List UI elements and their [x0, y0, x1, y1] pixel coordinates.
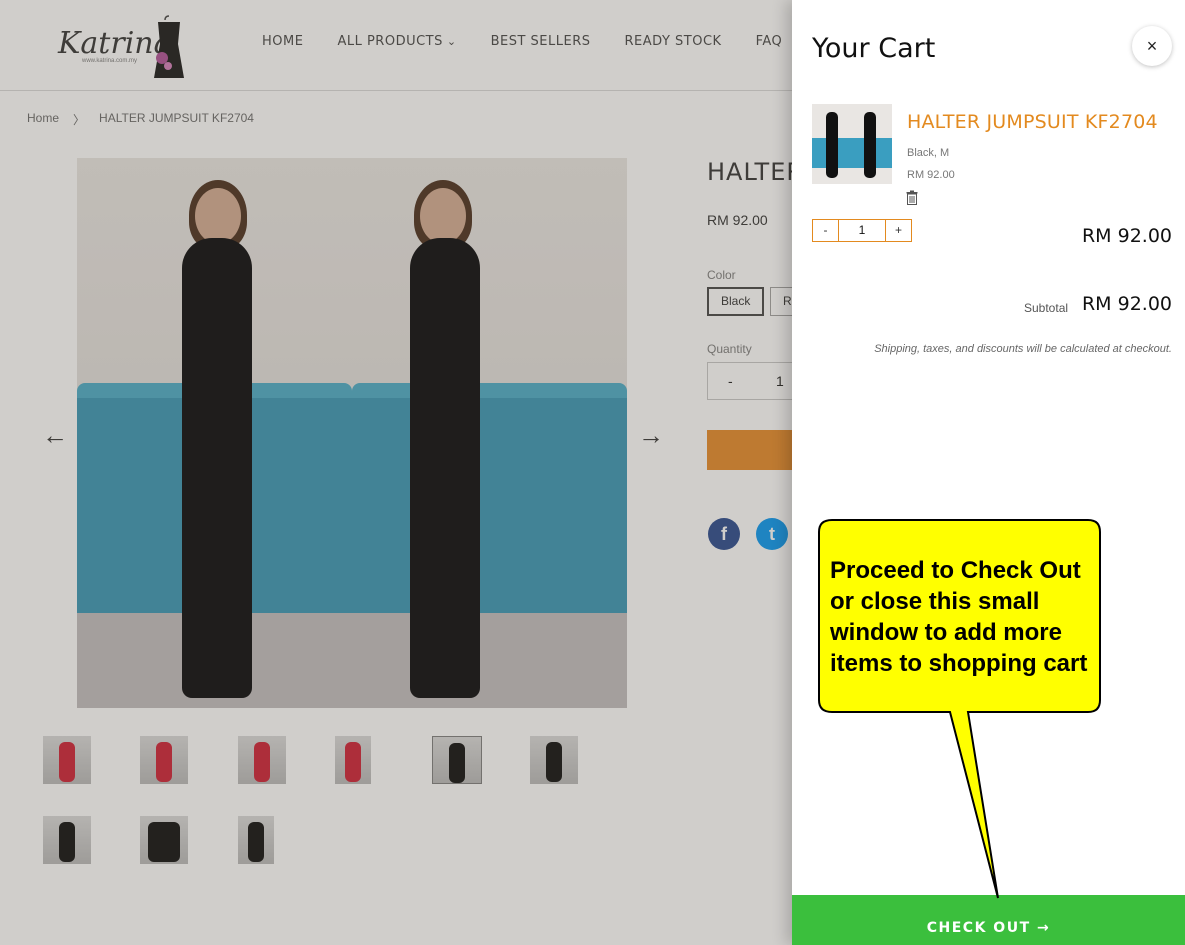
close-icon[interactable]: × — [1132, 26, 1172, 66]
checkout-button[interactable]: CHECK OUT → — [792, 895, 1185, 945]
cart-item-variant: Black, M — [907, 147, 950, 159]
cart-item-name[interactable]: HALTER JUMPSUIT KF2704 — [907, 111, 1158, 133]
cart-quantity-minus[interactable]: - — [813, 220, 838, 241]
subtotal-label: Subtotal — [1024, 301, 1069, 315]
cart-line-total: RM 92.00 — [1081, 225, 1172, 247]
shipping-note: Shipping, taxes, and discounts will be c… — [874, 343, 1172, 355]
trash-icon[interactable] — [906, 190, 918, 205]
cart-quantity-stepper: - 1 + — [812, 219, 912, 242]
cart-title: Your Cart — [812, 33, 936, 64]
subtotal-value: RM 92.00 — [1081, 293, 1172, 315]
cart-quantity-plus[interactable]: + — [886, 220, 911, 241]
cart-quantity-input[interactable]: 1 — [838, 220, 886, 241]
cart-item-unit-price: RM 92.00 — [907, 169, 955, 181]
cart-item-image — [812, 104, 892, 184]
cart-drawer: Your Cart × HALTER JUMPSUIT KF2704 Black… — [792, 0, 1185, 945]
